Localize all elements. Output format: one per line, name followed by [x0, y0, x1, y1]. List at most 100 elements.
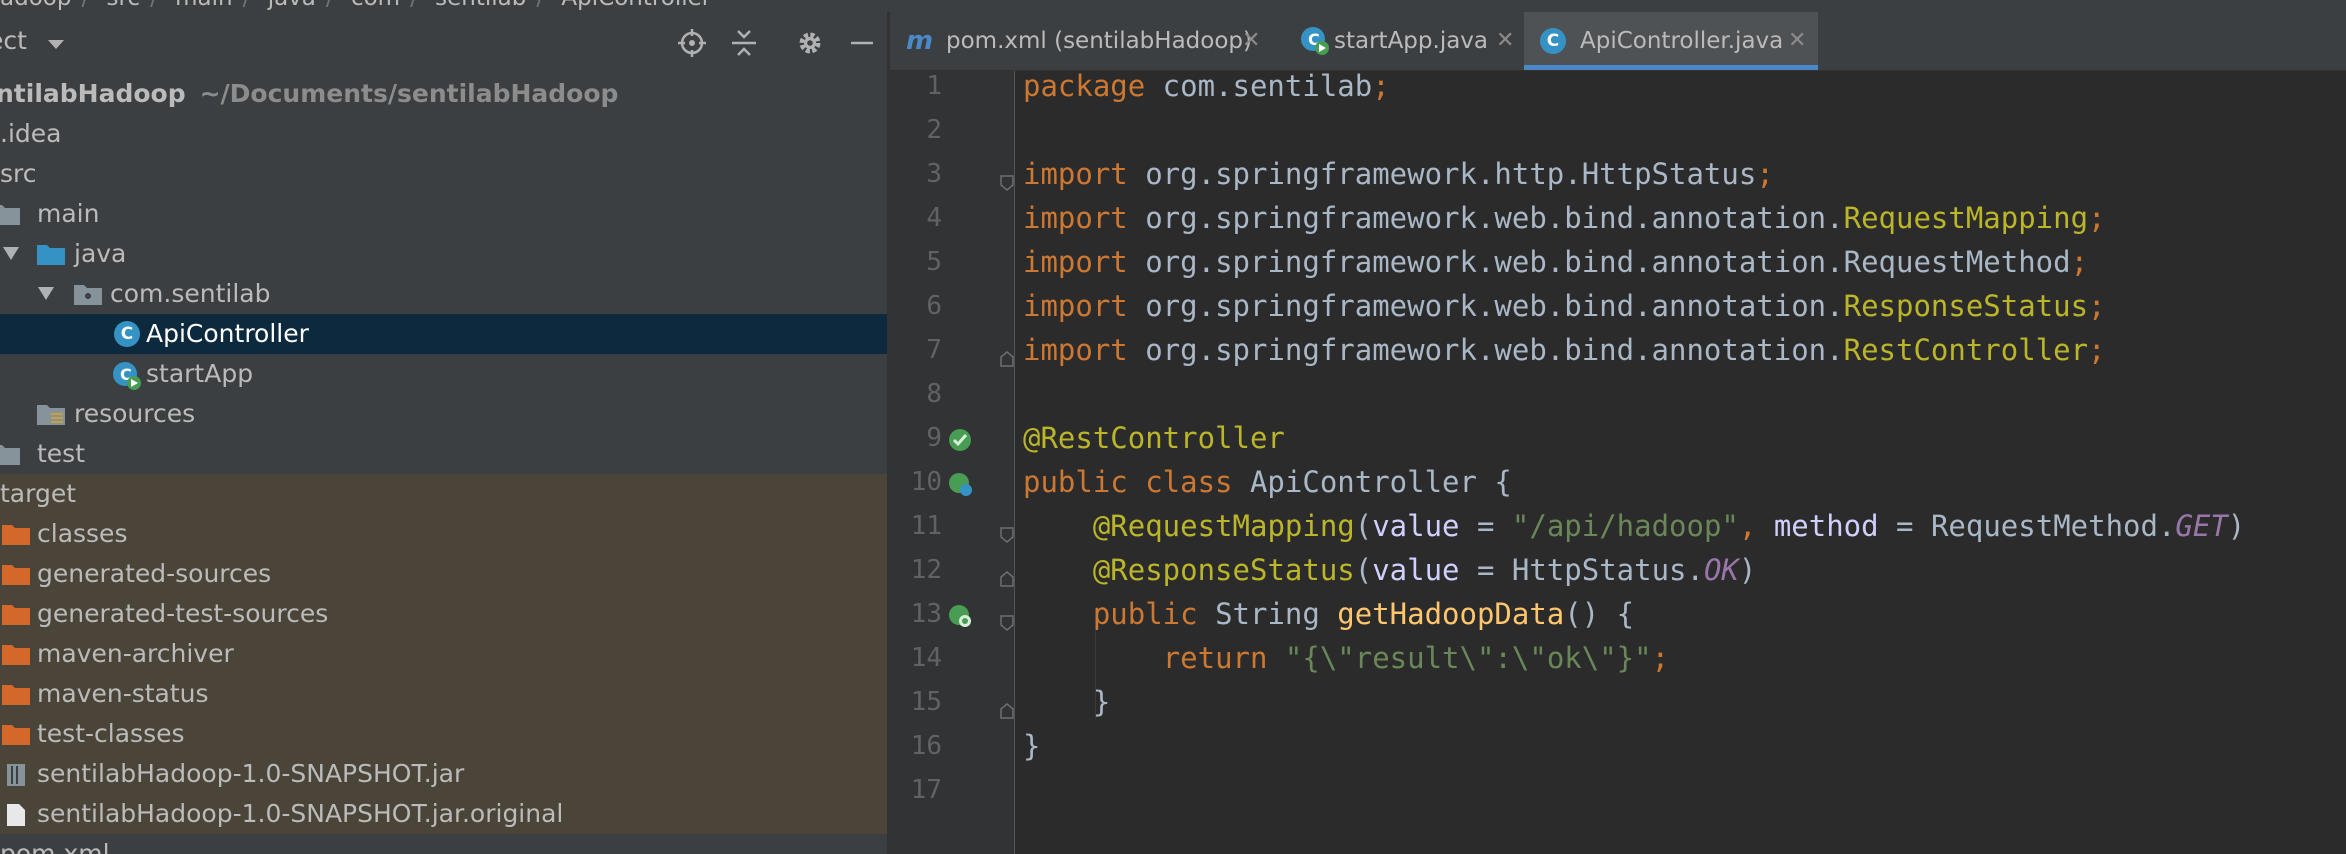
code-line: @RestController — [1023, 421, 1285, 455]
breadcrumb-item[interactable]: com — [351, 0, 400, 11]
tree-item[interactable]: pom.xml — [0, 834, 887, 854]
java-main-class-icon: C — [113, 362, 141, 390]
line-number: 10 — [910, 467, 942, 497]
line-number: 8 — [926, 379, 942, 409]
line-number: 17 — [910, 775, 942, 805]
tree-item[interactable]: test — [0, 434, 887, 474]
gear-icon[interactable] — [795, 28, 825, 58]
line-number: 6 — [926, 291, 942, 321]
folder-icon — [0, 445, 20, 465]
line-number: 16 — [910, 731, 942, 761]
tree-item[interactable]: generated-sources — [0, 554, 887, 594]
code-line: @RequestMapping(value = "/api/hadoop", m… — [1092, 509, 2246, 543]
tree-item-selected[interactable]: C ApiController — [0, 314, 887, 354]
locate-icon[interactable] — [677, 28, 707, 58]
tree-item[interactable]: java — [0, 234, 887, 274]
close-icon[interactable]: ✕ — [1496, 12, 1514, 70]
web-endpoint-icon[interactable] — [947, 603, 973, 629]
tree-item[interactable]: generated-test-sources — [0, 594, 887, 634]
excluded-folder-icon — [2, 725, 30, 745]
spring-bean-icon[interactable] — [947, 471, 973, 497]
tree-item[interactable]: maven-archiver — [0, 634, 887, 674]
line-number: 11 — [910, 511, 942, 541]
expand-arrow-icon[interactable] — [38, 287, 54, 300]
excluded-folder-icon — [2, 645, 30, 665]
tree-item-label: sentilabHadoop-1.0-SNAPSHOT.jar.original — [37, 799, 564, 828]
line-number: 14 — [910, 643, 942, 673]
tree-item[interactable]: com.sentilab — [0, 274, 887, 314]
tab-label: startApp.java — [1334, 28, 1489, 54]
breadcrumb-item[interactable]: adoop — [0, 0, 71, 11]
project-panel-title[interactable]: ect — [0, 26, 27, 55]
breadcrumb-item[interactable]: sentilab — [435, 0, 526, 11]
project-panel-header: ect — [0, 12, 887, 70]
tree-item[interactable]: .idea — [0, 114, 887, 154]
fold-icon[interactable] — [1000, 571, 1014, 587]
jar-file-icon — [7, 764, 25, 786]
tree-item-label: test — [37, 439, 86, 468]
tree-item-label: resources — [74, 399, 196, 428]
tree-item[interactable]: resources — [0, 394, 887, 434]
folder-icon — [0, 205, 20, 225]
code-line: public String getHadoopData() { — [1092, 597, 1635, 631]
code-area[interactable]: package com.sentilab; import org.springf… — [1023, 69, 2346, 854]
minimize-icon[interactable] — [847, 28, 877, 58]
tab-apicontroller[interactable]: C ApiController.java ✕ — [1524, 12, 1818, 70]
fold-icon[interactable] — [1000, 527, 1014, 543]
excluded-folder-icon — [2, 685, 30, 705]
breadcrumb-item[interactable]: java — [268, 0, 316, 11]
tree-item-label: classes — [37, 519, 128, 548]
line-number: 5 — [926, 247, 942, 277]
breadcrumb-item[interactable]: main — [175, 0, 232, 11]
excluded-folder-icon — [2, 605, 30, 625]
tree-item-project-root[interactable]: ntilabHadoop ~/Documents/sentilabHadoop — [0, 74, 887, 114]
source-folder-icon — [37, 245, 65, 265]
code-line: return "{\"result\":\"ok\"}"; — [1162, 641, 1670, 675]
editor-gutter: 1 2 3 4 5 6 7 8 9 10 11 12 13 14 15 16 1… — [890, 71, 1015, 854]
tab-pom-xml[interactable]: m pom.xml (sentilabHadoop) ✕ — [890, 12, 1294, 70]
tab-startapp[interactable]: C startApp.java ✕ — [1294, 12, 1524, 70]
tree-item[interactable]: src — [0, 154, 887, 194]
tree-item[interactable]: sentilabHadoop-1.0-SNAPSHOT.jar — [0, 754, 887, 794]
tree-item-label: ApiController — [146, 319, 309, 348]
fold-icon[interactable] — [1000, 703, 1014, 719]
tree-item-label: com.sentilab — [110, 279, 271, 308]
collapse-all-icon[interactable] — [729, 28, 759, 58]
chevron-down-icon[interactable] — [48, 40, 64, 49]
close-icon[interactable]: ✕ — [1242, 12, 1260, 70]
tree-item-label: maven-status — [37, 679, 209, 708]
tree-item[interactable]: test-classes — [0, 714, 887, 754]
line-number: 13 — [910, 599, 942, 629]
code-line: } — [1092, 685, 1111, 719]
code-line: } — [1023, 729, 1041, 763]
resources-folder-icon — [37, 405, 65, 425]
tree-item-label: generated-test-sources — [37, 599, 329, 628]
line-number: 12 — [910, 555, 942, 585]
tree-item[interactable]: target — [0, 474, 887, 514]
tree-item[interactable]: C startApp — [0, 354, 887, 394]
line-number: 1 — [926, 71, 942, 101]
fold-icon[interactable] — [1000, 351, 1014, 367]
breadcrumb-item[interactable]: src — [107, 0, 141, 11]
tree-item-label: .idea — [0, 119, 62, 148]
line-number: 2 — [926, 115, 942, 145]
spring-bean-icon[interactable] — [947, 427, 973, 453]
tree-item[interactable]: maven-status — [0, 674, 887, 714]
tree-item-label: sentilabHadoop-1.0-SNAPSHOT.jar — [37, 759, 465, 788]
tree-item[interactable]: classes — [0, 514, 887, 554]
java-class-icon: C — [1540, 28, 1566, 54]
file-icon — [7, 804, 25, 826]
tree-item[interactable]: main — [0, 194, 887, 234]
code-line: import org.springframework.web.bind.anno… — [1023, 289, 2106, 323]
tab-label: ApiController.java — [1580, 28, 1784, 54]
project-root-path: ~/Documents/sentilabHadoop — [199, 79, 619, 108]
close-icon[interactable]: ✕ — [1788, 12, 1806, 70]
tree-item[interactable]: sentilabHadoop-1.0-SNAPSHOT.jar.original — [0, 794, 887, 834]
line-number: 9 — [926, 423, 942, 453]
maven-icon: m — [906, 26, 934, 56]
expand-arrow-icon[interactable] — [3, 247, 19, 260]
code-line: public class ApiController { — [1023, 465, 1512, 499]
breadcrumb-item[interactable]: ApiController — [561, 0, 711, 11]
fold-icon[interactable] — [1000, 175, 1014, 191]
fold-icon[interactable] — [1000, 615, 1014, 631]
